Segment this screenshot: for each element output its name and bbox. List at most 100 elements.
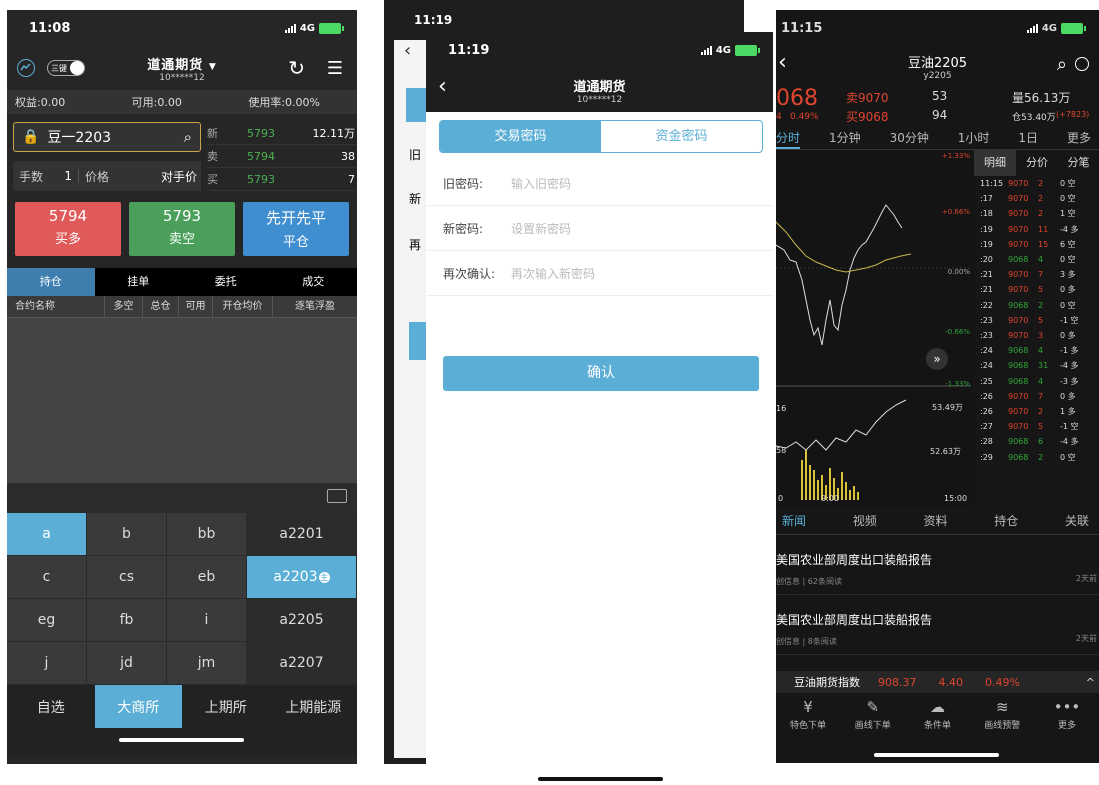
change-value: 4 xyxy=(776,112,782,122)
exchange-ine[interactable]: 上期能源 xyxy=(269,685,357,728)
buy-long-button[interactable]: 5794 买多 xyxy=(15,202,121,256)
price-mode-field[interactable]: 对手价 xyxy=(161,168,201,185)
exchange-shfe[interactable]: 上期所 xyxy=(182,685,270,728)
qty-field[interactable]: 1 xyxy=(49,169,80,183)
clock-icon[interactable] xyxy=(1075,57,1089,71)
symbol-key[interactable]: b xyxy=(87,513,167,556)
toolbar-button[interactable]: ☁ 条件单 xyxy=(908,696,968,736)
search-icon[interactable]: ⌕ xyxy=(1057,54,1067,75)
symbol-key[interactable]: a2207 xyxy=(247,642,357,685)
chevron-up-icon[interactable]: ^ xyxy=(1086,676,1095,689)
confirm-button[interactable]: 确认 xyxy=(443,356,759,391)
tab-trades[interactable]: 分笔 xyxy=(1058,150,1099,176)
expand-icon[interactable]: » xyxy=(926,348,948,370)
exchange-favorites[interactable]: 自选 xyxy=(7,685,95,728)
vol-left-label: 58 xyxy=(776,446,787,455)
toolbar-label: 画线预警 xyxy=(984,721,1021,731)
symbol-key[interactable]: a2205 xyxy=(247,599,357,642)
content-tab[interactable]: 关联 xyxy=(1065,507,1089,534)
symbol-key[interactable]: bb xyxy=(167,513,247,556)
exchange-tabs: 自选 大商所 上期所 上期能源 xyxy=(7,685,357,728)
interval-tab[interactable]: 1日 xyxy=(1018,126,1038,149)
close-position-button[interactable]: 先开先平 平仓 xyxy=(243,202,349,256)
dropdown-icon: ▼ xyxy=(208,61,217,72)
account-number: 10*****12 xyxy=(576,95,623,105)
tick-time: :29 xyxy=(980,452,993,462)
tick-type: 0 空 xyxy=(1060,194,1076,204)
key-label: jd xyxy=(120,655,133,671)
password-input[interactable]: 输入旧密码 xyxy=(511,175,571,192)
toolbar-button[interactable]: ≋ 画线预警 xyxy=(972,696,1032,736)
news-time: 2天前 xyxy=(1075,634,1097,643)
signal-icon xyxy=(700,45,712,55)
open-interest: 仓53.40万 xyxy=(1012,113,1056,123)
network-label: 4G xyxy=(1041,22,1057,34)
tick-time: :24 xyxy=(980,346,993,356)
symbol-key[interactable]: cs xyxy=(87,556,167,599)
exchange-dce[interactable]: 大商所 xyxy=(94,685,182,728)
symbol-key[interactable]: c xyxy=(7,556,87,599)
tick-price: 9068 xyxy=(1008,452,1029,462)
news-item[interactable]: 美国农业部周度出口装船报告 创信息 | 8条阅读 2天前 xyxy=(776,595,1099,655)
three-key-toggle[interactable]: 三键 xyxy=(47,60,85,76)
symbol-key[interactable]: eg xyxy=(7,599,87,642)
toolbar-button[interactable]: ¥ 特色下单 xyxy=(778,696,838,736)
symbol-key[interactable]: a2203 主 xyxy=(247,556,357,599)
symbol-key[interactable]: jd xyxy=(87,642,167,685)
news-list: 美国农业部周度出口装船报告 创信息 | 62条阅读 2天前 美国农业部周度出口装船报告… xyxy=(776,535,1099,655)
password-field-row[interactable]: 旧密码: 输入旧密码 xyxy=(426,161,773,206)
symbol-key[interactable]: eb xyxy=(167,556,247,599)
index-ticker[interactable]: 豆油期货指数 908.37 4.40 0.49% ^ xyxy=(776,671,1099,693)
tab-positions[interactable]: 持仓 xyxy=(7,268,95,296)
tab-trade-password[interactable]: 交易密码 xyxy=(440,121,601,152)
tick-type: -3 多 xyxy=(1060,376,1079,386)
symbol-key[interactable]: i xyxy=(167,599,247,642)
title: 道通期货 xyxy=(147,57,204,73)
keyboard-icon[interactable] xyxy=(327,489,347,503)
key-label: j xyxy=(44,655,49,671)
status-time: 11:19 xyxy=(448,42,490,58)
interval-tab[interactable]: 1分钟 xyxy=(829,126,861,149)
tick-panel: 明细 分价 分笔 11:15 9070 2 0 空:17 9070 2 0 空:18 9070… xyxy=(974,150,1099,507)
symbol-key[interactable]: j xyxy=(7,642,87,685)
content-tab[interactable]: 资料 xyxy=(923,507,947,534)
index-pct: 0.49% xyxy=(985,675,1020,689)
password-field-row[interactable]: 再次确认: 再次输入新密码 xyxy=(426,251,773,296)
symbol-key[interactable]: fb xyxy=(87,599,167,642)
chart-icon[interactable] xyxy=(17,59,35,77)
tab-orders[interactable]: 委托 xyxy=(182,268,270,296)
sell-short-button[interactable]: 5793 卖空 xyxy=(129,202,235,256)
title: 道通期货 xyxy=(573,80,626,95)
symbol-key[interactable]: jm xyxy=(167,642,247,685)
toolbar-button[interactable]: ✎ 画线下单 xyxy=(843,696,903,736)
content-tab[interactable]: 持仓 xyxy=(994,507,1018,534)
symbol-key[interactable]: a xyxy=(7,513,87,556)
quote-volume: 38 xyxy=(341,150,355,163)
interval-tab[interactable]: 30分钟 xyxy=(890,126,929,149)
contract-selector[interactable]: 🔒 豆一2203 ⌕ xyxy=(13,122,201,152)
col-total: 总仓 xyxy=(143,296,179,317)
tick-time: :17 xyxy=(980,194,993,204)
quote-price: 5794 xyxy=(247,150,275,163)
password-input[interactable]: 再次输入新密码 xyxy=(511,265,595,282)
symbol-key[interactable]: a2201 xyxy=(247,513,357,556)
interval-tab[interactable]: 1小时 xyxy=(958,126,990,149)
menu-icon[interactable]: ☰ xyxy=(327,58,343,79)
content-tab[interactable]: 新闻 xyxy=(782,507,806,534)
tick-time: :18 xyxy=(980,209,993,219)
tab-ticks[interactable]: 明细 xyxy=(974,150,1016,176)
time-label: 0 xyxy=(778,494,784,503)
tab-pending[interactable]: 挂单 xyxy=(95,268,183,296)
password-input[interactable]: 设置新密码 xyxy=(511,220,571,237)
tab-price-volume[interactable]: 分价 xyxy=(1016,150,1058,176)
tab-trades[interactable]: 成交 xyxy=(270,268,358,296)
content-tab[interactable]: 视频 xyxy=(853,507,877,534)
password-field-row[interactable]: 新密码: 设置新密码 xyxy=(426,206,773,251)
refresh-icon[interactable]: ↻ xyxy=(288,56,305,80)
tab-fund-password[interactable]: 资金密码 xyxy=(601,121,762,152)
news-meta: 创信息 | 62条阅读 xyxy=(776,577,842,586)
toolbar-button[interactable]: ••• 更多 xyxy=(1037,696,1097,736)
news-item[interactable]: 美国农业部周度出口装船报告 创信息 | 62条阅读 2天前 xyxy=(776,535,1099,595)
interval-tab[interactable]: 更多 xyxy=(1067,126,1091,149)
interval-tab[interactable]: 分时 xyxy=(776,126,801,149)
